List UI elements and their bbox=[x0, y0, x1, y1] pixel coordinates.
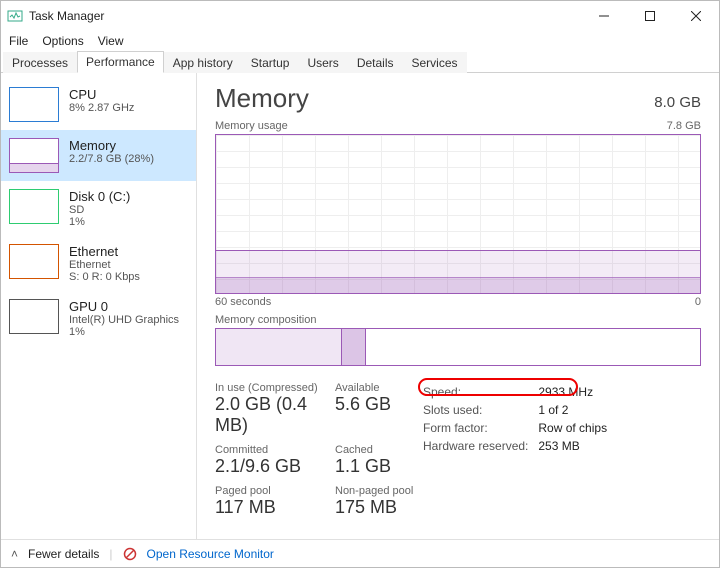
cpu-thumbnail bbox=[9, 87, 59, 122]
memory-thumbnail bbox=[9, 138, 59, 173]
composition-label: Memory composition bbox=[215, 314, 701, 326]
npaged-label: Non-paged pool bbox=[335, 485, 415, 497]
tab-details[interactable]: Details bbox=[348, 52, 403, 73]
main-panel: Memory 8.0 GB Memory usage 7.8 GB 60 sec… bbox=[197, 73, 719, 539]
eth-sub2: S: 0 R: 0 Kbps bbox=[69, 271, 140, 283]
cached-label: Cached bbox=[335, 444, 415, 456]
slots-value: 1 of 2 bbox=[538, 402, 615, 418]
memory-usage-graph bbox=[215, 134, 701, 294]
disk-thumbnail bbox=[9, 189, 59, 224]
committed-value: 2.1/9.6 GB bbox=[215, 456, 335, 477]
ethernet-thumbnail bbox=[9, 244, 59, 279]
open-resource-monitor-link[interactable]: Open Resource Monitor bbox=[147, 547, 274, 561]
usage-label: Memory usage bbox=[215, 120, 288, 132]
disk-sub: SD bbox=[69, 204, 130, 216]
tab-startup[interactable]: Startup bbox=[242, 52, 299, 73]
menu-file[interactable]: File bbox=[9, 34, 28, 48]
sidebar-item-gpu[interactable]: GPU 0 Intel(R) UHD Graphics 1% bbox=[1, 291, 196, 346]
tab-app-history[interactable]: App history bbox=[164, 52, 242, 73]
minimize-button[interactable] bbox=[581, 1, 627, 31]
window-title: Task Manager bbox=[29, 9, 104, 23]
axis-left: 60 seconds bbox=[215, 296, 271, 308]
chevron-up-icon: ˄ bbox=[11, 547, 18, 561]
available-label: Available bbox=[335, 382, 415, 394]
memory-capacity: 8.0 GB bbox=[654, 94, 701, 111]
slots-label: Slots used: bbox=[423, 402, 536, 418]
eth-title: Ethernet bbox=[69, 244, 140, 259]
menu-bar: File Options View bbox=[1, 31, 719, 51]
tab-services[interactable]: Services bbox=[403, 52, 467, 73]
disk-sub2: 1% bbox=[69, 216, 130, 228]
paged-label: Paged pool bbox=[215, 485, 335, 497]
sidebar-item-disk[interactable]: Disk 0 (C:) SD 1% bbox=[1, 181, 196, 236]
sidebar-item-memory[interactable]: Memory 2.2/7.8 GB (28%) bbox=[1, 130, 196, 181]
form-value: Row of chips bbox=[538, 420, 615, 436]
inuse-label: In use (Compressed) bbox=[215, 382, 335, 394]
paged-value: 117 MB bbox=[215, 497, 335, 518]
axis-right: 0 bbox=[695, 296, 701, 308]
memory-title: Memory bbox=[69, 138, 154, 153]
available-value: 5.6 GB bbox=[335, 394, 415, 415]
sidebar-item-cpu[interactable]: CPU 8% 2.87 GHz bbox=[1, 79, 196, 130]
resource-monitor-icon bbox=[123, 547, 137, 561]
gpu-sub: Intel(R) UHD Graphics bbox=[69, 314, 179, 326]
memory-sub: 2.2/7.8 GB (28%) bbox=[69, 153, 154, 165]
menu-options[interactable]: Options bbox=[42, 34, 83, 48]
footer-bar: ˄ Fewer details | Open Resource Monitor bbox=[1, 539, 719, 567]
tab-bar: Processes Performance App history Startu… bbox=[1, 51, 719, 73]
fewer-details-link[interactable]: Fewer details bbox=[28, 547, 99, 561]
inuse-value: 2.0 GB (0.4 MB) bbox=[215, 394, 335, 436]
gpu-sub2: 1% bbox=[69, 326, 179, 338]
gpu-title: GPU 0 bbox=[69, 299, 179, 314]
committed-label: Committed bbox=[215, 444, 335, 456]
app-icon bbox=[7, 8, 23, 24]
eth-sub: Ethernet bbox=[69, 259, 140, 271]
hwres-value: 253 MB bbox=[538, 438, 615, 454]
highlight-annotation bbox=[418, 378, 578, 396]
page-title: Memory bbox=[215, 83, 309, 114]
tab-users[interactable]: Users bbox=[298, 52, 347, 73]
sidebar-item-ethernet[interactable]: Ethernet Ethernet S: 0 R: 0 Kbps bbox=[1, 236, 196, 291]
close-button[interactable] bbox=[673, 1, 719, 31]
title-bar: Task Manager bbox=[1, 1, 719, 31]
hwres-label: Hardware reserved: bbox=[423, 438, 536, 454]
disk-title: Disk 0 (C:) bbox=[69, 189, 130, 204]
menu-view[interactable]: View bbox=[98, 34, 124, 48]
memory-composition-graph bbox=[215, 328, 701, 366]
cpu-sub: 8% 2.87 GHz bbox=[69, 102, 134, 114]
maximize-button[interactable] bbox=[627, 1, 673, 31]
tab-processes[interactable]: Processes bbox=[3, 52, 77, 73]
tab-performance[interactable]: Performance bbox=[77, 51, 164, 73]
usage-max: 7.8 GB bbox=[667, 120, 701, 132]
gpu-thumbnail bbox=[9, 299, 59, 334]
performance-sidebar: CPU 8% 2.87 GHz Memory 2.2/7.8 GB (28%) … bbox=[1, 73, 197, 539]
cached-value: 1.1 GB bbox=[335, 456, 415, 477]
cpu-title: CPU bbox=[69, 87, 134, 102]
form-label: Form factor: bbox=[423, 420, 536, 436]
npaged-value: 175 MB bbox=[335, 497, 415, 518]
